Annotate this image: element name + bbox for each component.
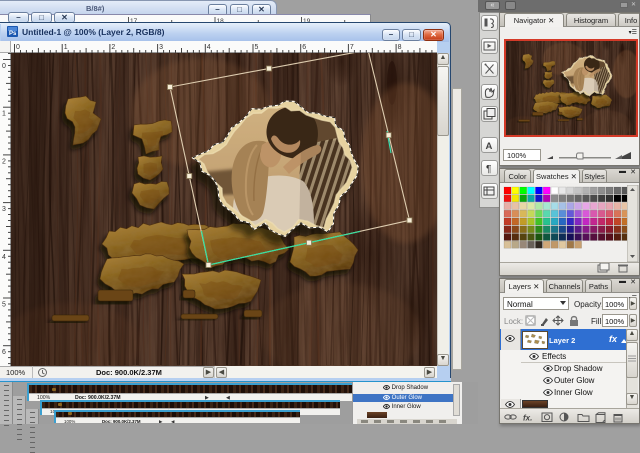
svg-text:3: 3 bbox=[159, 44, 163, 51]
svg-text:A: A bbox=[486, 141, 493, 152]
svg-text:2: 2 bbox=[111, 44, 115, 51]
svg-text:5: 5 bbox=[255, 44, 259, 51]
svg-text:¶: ¶ bbox=[486, 164, 491, 175]
svg-text:0: 0 bbox=[2, 63, 6, 70]
svg-text:6: 6 bbox=[2, 349, 6, 356]
svg-text:1: 1 bbox=[2, 111, 6, 118]
svg-text:4: 4 bbox=[2, 254, 6, 261]
svg-text:0: 0 bbox=[16, 44, 20, 51]
svg-text:2: 2 bbox=[2, 158, 6, 165]
svg-text:1: 1 bbox=[64, 44, 68, 51]
svg-text:6: 6 bbox=[302, 44, 306, 51]
svg-text:4: 4 bbox=[207, 44, 211, 51]
svg-text:Ps: Ps bbox=[9, 31, 17, 37]
svg-text:5: 5 bbox=[2, 302, 6, 309]
svg-text:7: 7 bbox=[350, 44, 354, 51]
svg-text:fx.: fx. bbox=[523, 414, 532, 423]
svg-text:3: 3 bbox=[2, 206, 6, 213]
svg-text:8: 8 bbox=[398, 44, 402, 51]
